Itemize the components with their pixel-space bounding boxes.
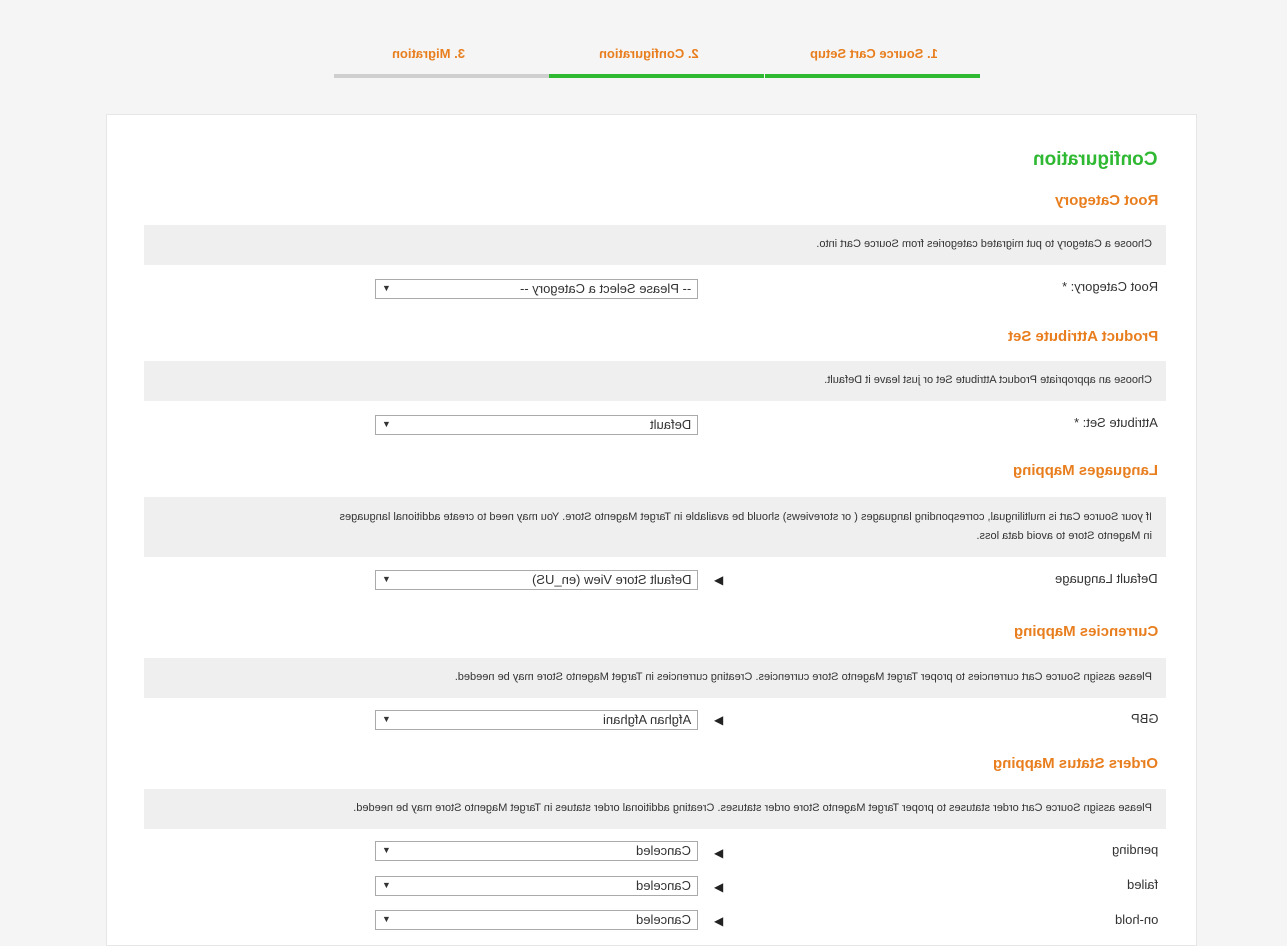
note-text: in Magento Store to avoid data loss. <box>976 530 1153 542</box>
step-progress-bar <box>334 74 549 78</box>
attribute-set-label: Attribute Set: * <box>1074 415 1158 430</box>
root-category-note: Choose a Category to put migrated catego… <box>144 225 1166 265</box>
default-language-select[interactable]: ▼ Default Store View (en_US) <box>375 570 698 590</box>
mapping-arrow-icon: ◀ <box>714 573 724 587</box>
order-status-select-on-hold[interactable]: ▼ Canceled <box>375 910 698 930</box>
select-value: Canceled <box>636 843 691 858</box>
wizard-steps: 3. Migration 2. Configuration 1. Source … <box>334 40 980 78</box>
select-value: Default <box>649 417 691 432</box>
attribute-set-note: Choose an appropriate Product Attribute … <box>144 361 1166 401</box>
mapping-arrow-icon: ◀ <box>714 880 724 894</box>
chevron-down-icon: ▼ <box>382 283 391 293</box>
step-configuration[interactable]: 2. Configuration <box>549 40 764 78</box>
order-status-label-pending: pending <box>1111 842 1158 857</box>
step-label: 1. Source Cart Setup <box>810 46 938 61</box>
note-text: Please assign Source Cart currencies to … <box>454 671 1152 683</box>
select-value: Canceled <box>636 912 691 927</box>
step-label: 2. Configuration <box>599 46 699 61</box>
root-category-select[interactable]: ▼ -- Please Select a Category -- <box>375 279 698 299</box>
currencies-note: Please assign Source Cart currencies to … <box>144 658 1166 698</box>
step-source-cart-setup[interactable]: 1. Source Cart Setup <box>765 40 980 78</box>
step-label: 3. Migration <box>392 46 465 61</box>
chevron-down-icon: ▼ <box>382 880 391 890</box>
order-status-label-on-hold: on-hold <box>1114 912 1158 927</box>
mapping-arrow-icon: ◀ <box>714 846 724 860</box>
select-value: Default Store View (en_US) <box>531 572 691 587</box>
note-text: Please assign Source Cart order statuses… <box>353 802 1152 814</box>
step-progress-bar <box>549 74 764 78</box>
order-status-select-failed[interactable]: ▼ Canceled <box>375 876 698 896</box>
languages-note: If your Source Cart is multilingual, cor… <box>144 497 1166 557</box>
currency-gbp-label: GBP <box>1130 711 1158 726</box>
step-progress-bar <box>765 74 980 78</box>
root-category-label: Root Category: * <box>1061 279 1158 294</box>
chevron-down-icon: ▼ <box>382 914 391 924</box>
select-value: Canceled <box>636 878 691 893</box>
step-migration[interactable]: 3. Migration <box>334 40 549 78</box>
orders-heading: Orders Status Mapping <box>992 755 1158 772</box>
select-value: -- Please Select a Category -- <box>519 281 691 296</box>
chevron-down-icon: ▼ <box>382 714 391 724</box>
order-status-label-failed: failed <box>1126 877 1158 892</box>
chevron-down-icon: ▼ <box>382 574 391 584</box>
note-text: If your Source Cart is multilingual, cor… <box>339 511 1152 523</box>
select-value: Afghan Afghani <box>602 712 691 727</box>
chevron-down-icon: ▼ <box>382 419 391 429</box>
orders-note: Please assign Source Cart order statuses… <box>144 789 1166 829</box>
default-language-label: Default Language <box>1055 571 1158 586</box>
note-text: Choose an appropriate Product Attribute … <box>824 374 1152 386</box>
currencies-heading: Currencies Mapping <box>1013 623 1158 640</box>
languages-heading: Languages Mapping <box>1012 462 1158 479</box>
page-title: Configuration <box>1033 149 1158 170</box>
mapping-arrow-icon: ◀ <box>714 713 724 727</box>
configuration-panel: Configuration Root Category Choose a Cat… <box>106 114 1197 946</box>
note-text: Choose a Category to put migrated catego… <box>816 238 1152 250</box>
root-category-heading: Root Category <box>1054 192 1158 209</box>
attribute-set-select[interactable]: ▼ Default <box>375 415 698 435</box>
currency-gbp-select[interactable]: ▼ Afghan Afghani <box>375 710 698 730</box>
attribute-set-heading: Product Attribute Set <box>1007 328 1158 345</box>
order-status-select-pending[interactable]: ▼ Canceled <box>375 841 698 861</box>
mapping-arrow-icon: ◀ <box>714 914 724 928</box>
chevron-down-icon: ▼ <box>382 845 391 855</box>
